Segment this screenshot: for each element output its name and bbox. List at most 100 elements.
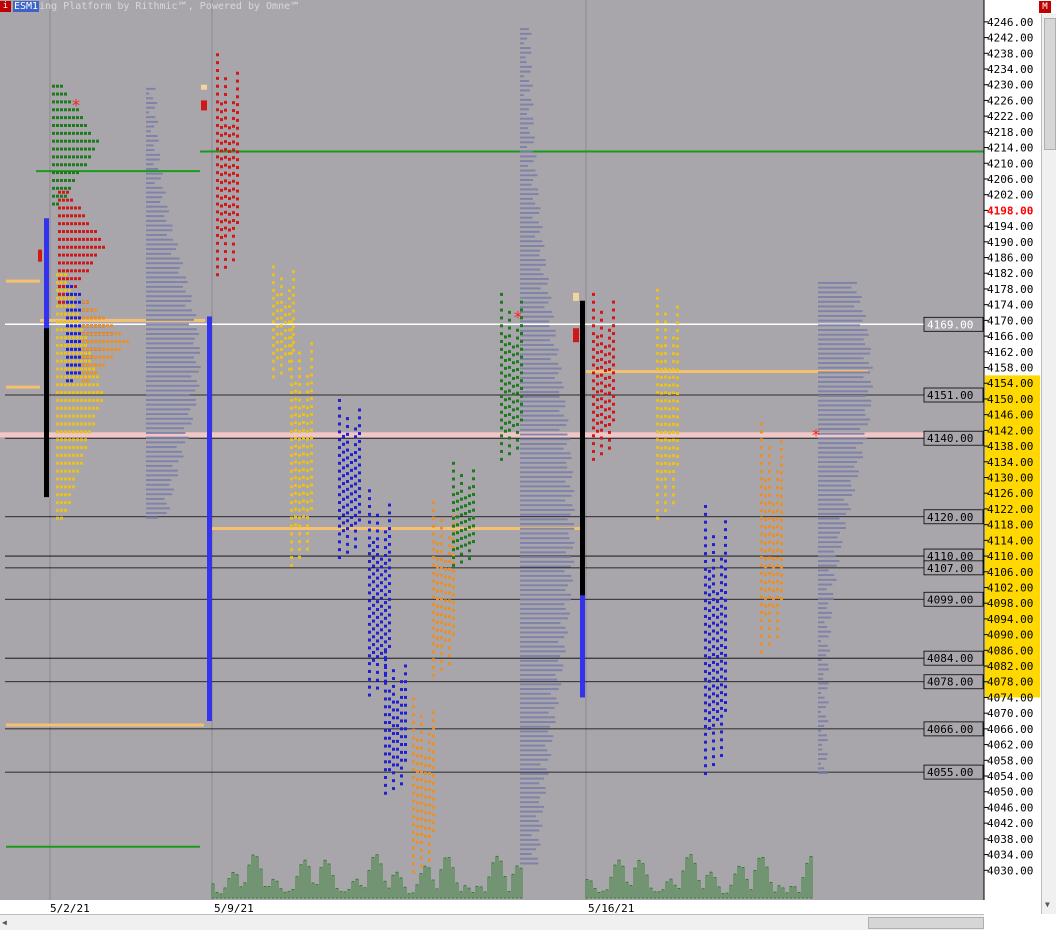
tpo-block bbox=[368, 528, 371, 532]
tpo-block bbox=[768, 477, 771, 481]
tpo-block bbox=[86, 222, 89, 226]
tpo-block bbox=[436, 620, 439, 624]
tpo-block bbox=[354, 451, 357, 455]
tpo-block bbox=[420, 840, 423, 844]
tpo-block bbox=[380, 612, 383, 616]
tpo-block bbox=[596, 335, 599, 339]
tpo-block bbox=[376, 615, 379, 619]
tpo-block bbox=[62, 269, 65, 273]
vertical-scroll-thumb[interactable] bbox=[1044, 18, 1056, 150]
tpo-block bbox=[294, 468, 297, 472]
tpo-block bbox=[306, 484, 309, 488]
tpo-block bbox=[66, 363, 69, 367]
volume-profile-bar bbox=[818, 409, 865, 412]
tpo-block bbox=[64, 508, 67, 512]
tpo-block bbox=[508, 420, 511, 424]
tpo-block bbox=[712, 566, 715, 570]
tpo-block bbox=[708, 624, 711, 628]
market-profile-chart[interactable]: ***4030.004034.004038.004042.004046.0040… bbox=[0, 0, 1041, 914]
volume-profile-bar bbox=[818, 281, 857, 284]
tpo-block bbox=[600, 318, 603, 322]
tpo-block bbox=[284, 313, 287, 317]
vertical-scrollbar[interactable]: ▼ bbox=[1041, 14, 1056, 914]
symbol-label[interactable]: ESM1 bbox=[13, 1, 40, 12]
close-button[interactable]: M bbox=[1039, 1, 1051, 13]
tpo-block bbox=[672, 422, 675, 426]
tpo-block bbox=[68, 139, 71, 143]
tpo-block bbox=[84, 398, 87, 402]
tpo-block bbox=[70, 261, 73, 265]
horizontal-scroll-thumb[interactable] bbox=[868, 917, 984, 929]
tpo-block bbox=[280, 300, 283, 304]
volume-profile-bar bbox=[146, 158, 160, 161]
tpo-block bbox=[452, 485, 455, 489]
tpo-block bbox=[58, 269, 61, 273]
volume-profile-bar bbox=[818, 305, 855, 308]
volume-profile-bar bbox=[146, 248, 177, 251]
tpo-block bbox=[78, 300, 81, 304]
tpo-block bbox=[436, 550, 439, 554]
volume-profile-bar bbox=[520, 848, 536, 851]
volume-profile-bar bbox=[818, 296, 862, 299]
tpo-block bbox=[64, 351, 67, 355]
tpo-block bbox=[56, 398, 59, 402]
volume-profile-bar bbox=[520, 820, 539, 823]
scroll-down-icon[interactable]: ▼ bbox=[1045, 900, 1050, 909]
tpo-block bbox=[384, 585, 387, 589]
tpo-block bbox=[504, 382, 507, 386]
volume-profile-bar bbox=[520, 749, 548, 752]
tpo-block bbox=[768, 540, 771, 544]
tpo-block bbox=[292, 340, 295, 344]
volume-profile-bar bbox=[520, 32, 532, 35]
tpo-block bbox=[400, 711, 403, 715]
tpo-block bbox=[346, 519, 349, 523]
tpo-block bbox=[80, 163, 83, 167]
tpo-block bbox=[310, 444, 313, 448]
tpo-block bbox=[760, 579, 763, 583]
tpo-block bbox=[298, 406, 301, 410]
volume-profile-bar bbox=[146, 257, 180, 260]
horizontal-scrollbar[interactable]: ◀ bbox=[0, 914, 984, 930]
tpo-block bbox=[216, 226, 219, 230]
tpo-block bbox=[80, 139, 83, 143]
price-tick-label: 4174.00 bbox=[987, 299, 1033, 312]
tpo-block bbox=[400, 695, 403, 699]
tpo-block bbox=[664, 406, 667, 410]
tpo-block bbox=[86, 230, 89, 234]
tpo-block bbox=[368, 607, 371, 611]
tpo-block bbox=[704, 528, 707, 532]
tpo-block bbox=[464, 512, 467, 516]
tpo-block bbox=[604, 353, 607, 357]
tpo-block bbox=[412, 799, 415, 803]
tpo-block bbox=[760, 453, 763, 457]
tpo-block bbox=[60, 320, 63, 324]
tpo-block bbox=[68, 383, 71, 387]
volume-profile-bar bbox=[818, 550, 835, 553]
tpo-block bbox=[520, 347, 523, 351]
tpo-block bbox=[776, 611, 779, 615]
tpo-block bbox=[64, 453, 67, 457]
tpo-block bbox=[306, 547, 309, 551]
tpo-block bbox=[306, 421, 309, 425]
tpo-block bbox=[216, 108, 219, 112]
tpo-block bbox=[280, 371, 283, 375]
tpo-block bbox=[82, 253, 85, 257]
scroll-left-icon[interactable]: ◀ bbox=[2, 918, 7, 927]
tpo-block bbox=[404, 664, 407, 668]
tpo-block bbox=[664, 461, 667, 465]
tpo-block bbox=[760, 493, 763, 497]
volume-profile-bar bbox=[146, 134, 158, 137]
tpo-block bbox=[720, 659, 723, 663]
tpo-block bbox=[88, 414, 91, 418]
tpo-block bbox=[432, 829, 435, 833]
volume-profile-bar bbox=[520, 193, 539, 196]
tpo-block bbox=[768, 642, 771, 646]
tpo-block bbox=[392, 755, 395, 759]
tpo-block bbox=[306, 382, 309, 386]
tpo-block bbox=[720, 738, 723, 742]
tpo-block bbox=[88, 398, 91, 402]
tpo-block bbox=[608, 446, 611, 450]
tpo-block bbox=[712, 755, 715, 759]
volume-profile-bar bbox=[146, 130, 151, 133]
tpo-block bbox=[52, 123, 55, 127]
